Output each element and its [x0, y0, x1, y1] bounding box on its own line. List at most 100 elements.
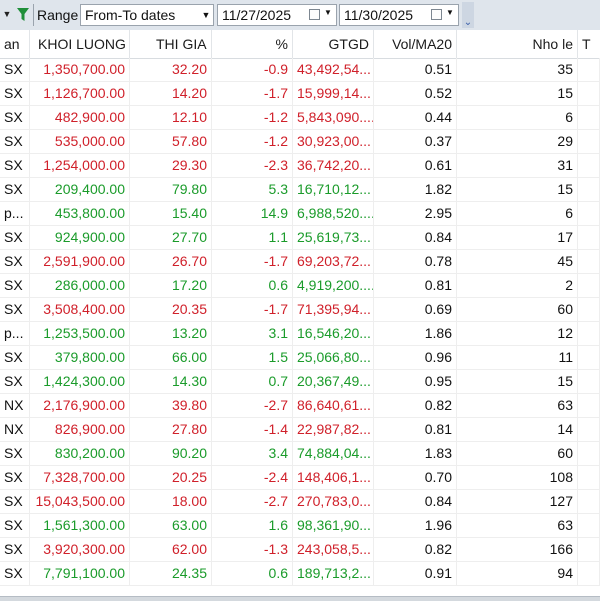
- cell-extra: [578, 58, 600, 81]
- table-row[interactable]: SX 924,900.00 27.70 1.1 25,619,73... 0.84 17: [0, 226, 600, 250]
- table-row[interactable]: SX 7,328,700.00 20.25 -2.4 148,406,1... 0.70 1…: [0, 466, 600, 490]
- table-row[interactable]: NX 826,900.00 27.80 -1.4 22,987,82... 0.81 14: [0, 418, 600, 442]
- table-row[interactable]: SX 379,800.00 66.00 1.5 25,066,80... 0.96 11: [0, 346, 600, 370]
- cell-percent: 1.6: [212, 514, 293, 537]
- cell-exchange: SX: [0, 562, 30, 585]
- filter-icon[interactable]: [16, 7, 30, 23]
- table-row[interactable]: SX 1,561,300.00 63.00 1.6 98,361,90... 1.96 63: [0, 514, 600, 538]
- to-date-picker[interactable]: 11/30/2025 ▼: [339, 4, 459, 26]
- cell-volume: 453,800.00: [30, 202, 130, 225]
- table-row[interactable]: SX 3,920,300.00 62.00 -1.3 243,058,5... 0.82 1…: [0, 538, 600, 562]
- cell-vol-ma20: 2.95: [374, 202, 457, 225]
- cell-volume: 2,591,900.00: [30, 250, 130, 273]
- cell-extra: [578, 202, 600, 225]
- cell-odd-lot: 35: [457, 58, 578, 81]
- cell-exchange: SX: [0, 346, 30, 369]
- chevron-down-icon[interactable]: ▼: [324, 8, 332, 17]
- table-row[interactable]: SX 1,350,700.00 32.20 -0.9 43,492,54... 0.51 3…: [0, 58, 600, 82]
- table-row[interactable]: p... 453,800.00 15.40 14.9 6,988,520.... 2.95…: [0, 202, 600, 226]
- from-date-picker[interactable]: 11/27/2025 ▼: [217, 4, 337, 26]
- cell-percent: -1.2: [212, 106, 293, 129]
- cell-odd-lot: 6: [457, 202, 578, 225]
- cell-vol-ma20: 0.84: [374, 226, 457, 249]
- cell-exchange: NX: [0, 394, 30, 417]
- cell-value: 270,783,0...: [293, 490, 374, 513]
- cell-odd-lot: 2: [457, 274, 578, 297]
- cell-price: 24.35: [130, 562, 212, 585]
- cell-odd-lot: 15: [457, 82, 578, 105]
- cell-exchange: SX: [0, 58, 30, 81]
- cell-volume: 1,561,300.00: [30, 514, 130, 537]
- cell-vol-ma20: 0.51: [374, 58, 457, 81]
- cell-volume: 1,424,300.00: [30, 370, 130, 393]
- column-header-extra[interactable]: T: [578, 30, 600, 58]
- toolbar-separator: [33, 4, 34, 26]
- cell-price: 32.20: [130, 58, 212, 81]
- column-header-price[interactable]: THI GIA: [130, 30, 212, 58]
- cell-odd-lot: 60: [457, 298, 578, 321]
- table-row[interactable]: SX 1,126,700.00 14.20 -1.7 15,999,14... 0.52 1…: [0, 82, 600, 106]
- cell-price: 15.40: [130, 202, 212, 225]
- chevron-down-icon[interactable]: ▼: [446, 8, 454, 17]
- cell-exchange: SX: [0, 538, 30, 561]
- table-row[interactable]: p... 1,253,500.00 13.20 3.1 16,546,20... 1.86…: [0, 322, 600, 346]
- column-header-volume[interactable]: KHOI LUONG: [30, 30, 130, 58]
- cell-exchange: SX: [0, 274, 30, 297]
- cell-price: 79.80: [130, 178, 212, 201]
- cell-volume: 379,800.00: [30, 346, 130, 369]
- cell-value: 22,987,82...: [293, 418, 374, 441]
- cell-volume: 7,328,700.00: [30, 466, 130, 489]
- table-row[interactable]: SX 209,400.00 79.80 5.3 16,710,12... 1.82 15: [0, 178, 600, 202]
- cell-percent: 0.7: [212, 370, 293, 393]
- cell-value: 4,919,200....: [293, 274, 374, 297]
- cell-value: 20,367,49...: [293, 370, 374, 393]
- cell-odd-lot: 15: [457, 178, 578, 201]
- column-header-exchange[interactable]: an: [0, 30, 30, 58]
- cell-exchange: SX: [0, 490, 30, 513]
- cell-price: 18.00: [130, 490, 212, 513]
- table-row[interactable]: SX 3,508,400.00 20.35 -1.7 71,395,94... 0.69 6…: [0, 298, 600, 322]
- table-row[interactable]: SX 535,000.00 57.80 -1.2 30,923,00... 0.37 29: [0, 130, 600, 154]
- cell-price: 57.80: [130, 130, 212, 153]
- column-header-percent[interactable]: %: [212, 30, 293, 58]
- table-row[interactable]: SX 1,254,000.00 29.30 -2.3 36,742,20... 0.61 3…: [0, 154, 600, 178]
- table-row[interactable]: SX 482,900.00 12.10 -1.2 5,843,090.... 0.44 6: [0, 106, 600, 130]
- calendar-icon[interactable]: [309, 9, 320, 20]
- cell-percent: 14.9: [212, 202, 293, 225]
- cell-price: 62.00: [130, 538, 212, 561]
- cell-exchange: SX: [0, 250, 30, 273]
- cell-value: 5,843,090....: [293, 106, 374, 129]
- cell-value: 74,884,04...: [293, 442, 374, 465]
- cell-value: 30,923,00...: [293, 130, 374, 153]
- column-header-odd-lot[interactable]: Nho le: [457, 30, 578, 58]
- cell-value: 189,713,2...: [293, 562, 374, 585]
- cell-exchange: SX: [0, 82, 30, 105]
- cell-extra: [578, 562, 600, 585]
- chevron-down-icon[interactable]: ▼: [199, 5, 213, 25]
- calendar-icon[interactable]: [431, 9, 442, 20]
- cell-vol-ma20: 1.86: [374, 322, 457, 345]
- cell-percent: 3.1: [212, 322, 293, 345]
- table-row[interactable]: SX 15,043,500.00 18.00 -2.7 270,783,0... 0.84…: [0, 490, 600, 514]
- cell-extra: [578, 154, 600, 177]
- cell-volume: 535,000.00: [30, 130, 130, 153]
- column-header-vol-ma20[interactable]: Vol/MA20: [374, 30, 457, 58]
- cell-price: 29.30: [130, 154, 212, 177]
- column-header-value[interactable]: GTGD: [293, 30, 374, 58]
- toolbar-overflow-icon[interactable]: ⌄: [462, 2, 474, 28]
- table-row[interactable]: SX 286,000.00 17.20 0.6 4,919,200.... 0.81 2: [0, 274, 600, 298]
- range-select[interactable]: From-To dates ▼: [80, 4, 214, 26]
- cell-value: 98,361,90...: [293, 514, 374, 537]
- cell-price: 13.20: [130, 322, 212, 345]
- cell-exchange: SX: [0, 130, 30, 153]
- cell-volume: 3,920,300.00: [30, 538, 130, 561]
- cell-percent: 0.6: [212, 562, 293, 585]
- toolbar-dropdown-arrow-icon[interactable]: ▼: [0, 2, 14, 26]
- horizontal-scrollbar[interactable]: [0, 596, 600, 601]
- table-row[interactable]: SX 830,200.00 90.20 3.4 74,884,04... 1.83 60: [0, 442, 600, 466]
- table-row[interactable]: SX 7,791,100.00 24.35 0.6 189,713,2... 0.91 94: [0, 562, 600, 586]
- table-row[interactable]: SX 1,424,300.00 14.30 0.7 20,367,49... 0.95 15: [0, 370, 600, 394]
- cell-price: 39.80: [130, 394, 212, 417]
- table-row[interactable]: SX 2,591,900.00 26.70 -1.7 69,203,72... 0.78 4…: [0, 250, 600, 274]
- table-row[interactable]: NX 2,176,900.00 39.80 -2.7 86,640,61... 0.82 6…: [0, 394, 600, 418]
